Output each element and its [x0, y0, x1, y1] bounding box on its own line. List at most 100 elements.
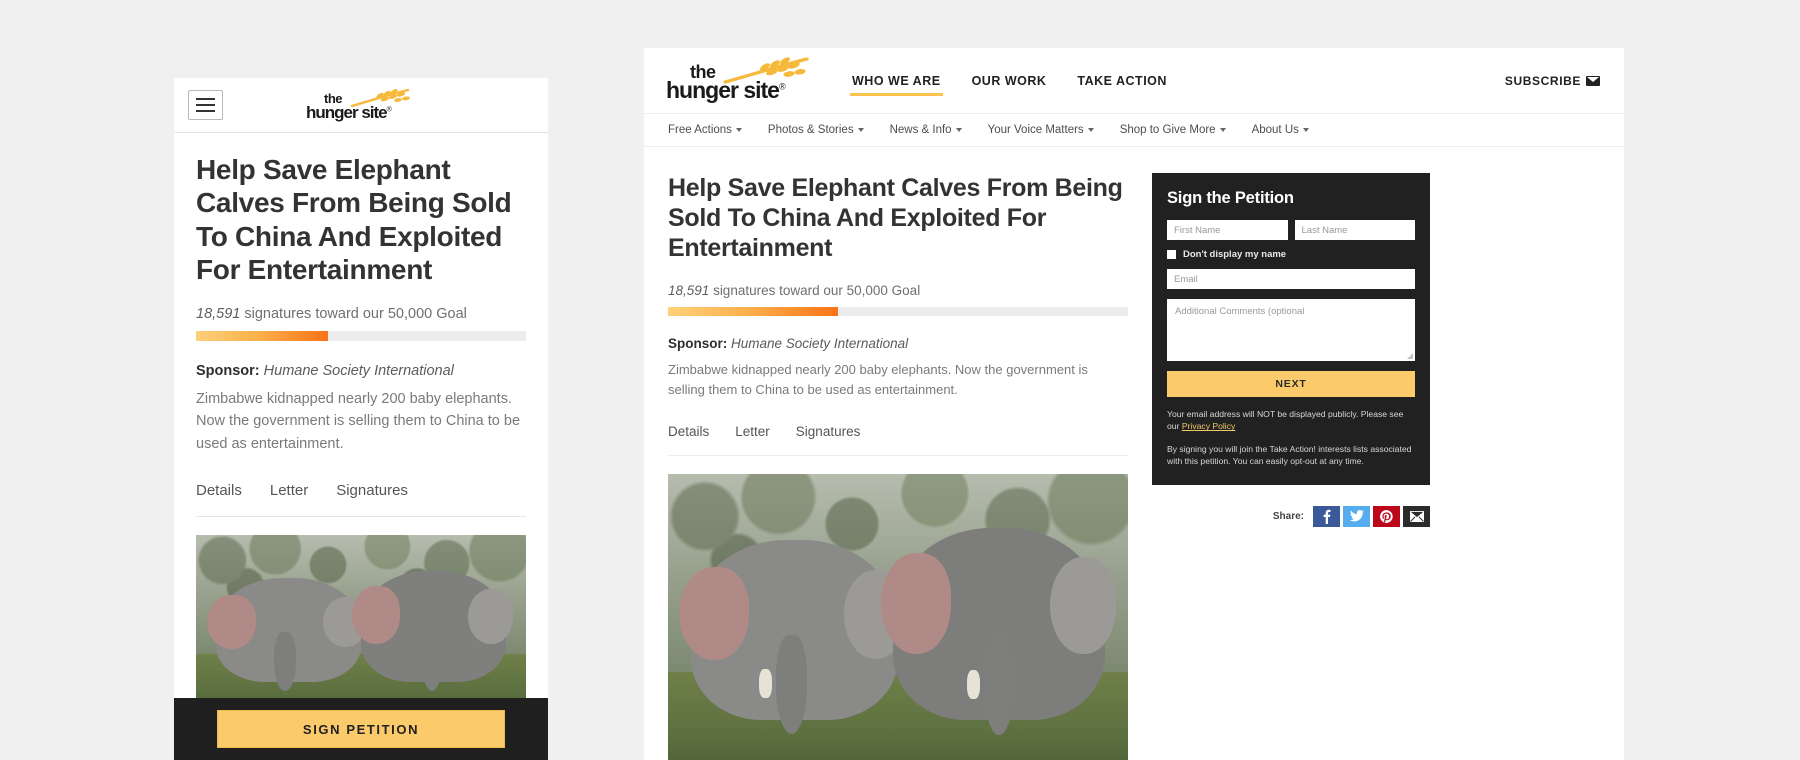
pinterest-icon [1380, 509, 1393, 523]
mobile-content: Help Save Elephant Calves From Being Sol… [174, 133, 548, 715]
twitter-share-button[interactable] [1343, 505, 1370, 527]
chevron-down-icon [735, 128, 742, 132]
desktop-mockup: the hunger site® WHO WE ARE OUR WORK TAK… [644, 48, 1624, 760]
elephant-photo [668, 473, 1128, 760]
photo-elephant-ear [1049, 556, 1116, 655]
mobile-sponsor: Sponsor: Humane Society International [196, 363, 526, 379]
signature-count-line: 18,591 signatures toward our 50,000 Goal [668, 283, 1128, 298]
twitter-icon [1349, 510, 1364, 522]
tab-signatures[interactable]: Signatures [796, 424, 861, 439]
comments-textarea[interactable]: Additional Comments (optional [1167, 299, 1415, 361]
sponsor-label: Sponsor: [668, 336, 728, 351]
mobile-mockup: the hunger site® Help Save Elephant Calv… [174, 78, 548, 760]
page-title: Help Save Elephant Calves From Being Sol… [668, 174, 1123, 262]
tab-letter[interactable]: Letter [735, 424, 770, 439]
tab-bar: Details Letter Signatures [668, 424, 1128, 456]
photo-elephant-left [678, 539, 907, 735]
mobile-sticky-cta-bar: SIGN PETITION [174, 698, 548, 760]
subnav-item-photos-stories[interactable]: Photos & Stories [768, 124, 864, 136]
subscribe-button[interactable]: SUBSCRIBE [1505, 74, 1600, 88]
share-label: Share: [1272, 510, 1304, 522]
logo-text-hunger-site: hunger site® [306, 102, 392, 122]
mobile-signature-count-line: 18,591 signatures toward our 50,000 Goal [196, 306, 526, 322]
photo-elephant-tusk [759, 669, 772, 699]
chevron-down-icon [1219, 128, 1226, 132]
photo-elephant-ear [880, 552, 951, 655]
hamburger-bar [196, 110, 215, 112]
nav-item-take-action[interactable]: TAKE ACTION [1075, 51, 1169, 110]
photo-elephant-ear [352, 586, 401, 645]
mobile-signature-goal-text: signatures toward our 50,000 Goal [244, 306, 467, 323]
desktop-logo[interactable]: the hunger site® [666, 56, 816, 104]
tab-details[interactable]: Details [668, 424, 709, 439]
first-name-input[interactable]: First Name [1167, 220, 1288, 240]
mobile-tab-signatures[interactable]: Signatures [336, 482, 408, 499]
hide-name-checkbox[interactable] [1167, 250, 1176, 259]
mobile-progress-bar [196, 331, 526, 342]
photo-elephant-left [207, 577, 367, 691]
nav-item-who-we-are[interactable]: WHO WE ARE [850, 51, 943, 110]
hamburger-bar [196, 104, 215, 106]
sponsor-name: Humane Society International [731, 336, 909, 351]
next-button[interactable]: NEXT [1167, 371, 1415, 397]
last-name-input[interactable]: Last Name [1294, 220, 1415, 240]
mobile-logo[interactable]: the hunger site® [306, 88, 416, 123]
photo-elephant-ear [678, 566, 749, 661]
mobile-progress-fill [196, 331, 328, 342]
mobile-header: the hunger site® [174, 78, 548, 133]
photo-elephant-ear [468, 588, 514, 645]
mobile-signature-count: 18,591 [196, 306, 241, 323]
hide-name-label: Don't display my name [1183, 249, 1287, 260]
subnav-item-news-info[interactable]: News & Info [890, 124, 962, 136]
legal-paragraph-1: Your email address will NOT be displayed… [1167, 408, 1415, 433]
photo-scene [196, 534, 526, 715]
chevron-down-icon [1302, 128, 1309, 132]
desktop-primary-nav: WHO WE ARE OUR WORK TAKE ACTION [850, 48, 1169, 113]
legal-text: Your email address will NOT be displayed… [1167, 408, 1415, 468]
desktop-secondary-nav: Free Actions Photos & Stories News & Inf… [644, 113, 1624, 147]
subscribe-label: SUBSCRIBE [1504, 73, 1581, 88]
logo-text-hunger-site: hunger site® [666, 76, 786, 103]
facebook-share-button[interactable] [1313, 505, 1340, 527]
mobile-sign-petition-button[interactable]: SIGN PETITION [217, 710, 505, 748]
facebook-icon [1323, 509, 1331, 524]
mobile-description: Zimbabwe kidnapped nearly 200 baby eleph… [196, 391, 521, 452]
photo-elephant-trunk [273, 632, 296, 691]
petition-content-column: Help Save Elephant Calves From Being Sol… [668, 173, 1128, 760]
mobile-tab-details[interactable]: Details [196, 482, 242, 499]
photo-elephant-right [880, 527, 1116, 736]
nav-item-our-work[interactable]: OUR WORK [970, 51, 1049, 110]
subnav-item-shop-to-give-more[interactable]: Shop to Give More [1120, 124, 1226, 136]
photo-elephant-trunk [984, 633, 1014, 736]
photo-scene [668, 473, 1128, 760]
email-share-button[interactable] [1403, 505, 1430, 527]
sponsor: Sponsor: Humane Society International [668, 336, 1128, 351]
hamburger-menu-icon[interactable] [188, 90, 223, 120]
photo-elephant-right [352, 570, 514, 692]
subnav-item-your-voice-matters[interactable]: Your Voice Matters [988, 124, 1094, 136]
mobile-elephant-photo [196, 534, 526, 715]
photo-elephant-trunk [775, 635, 807, 735]
share-row: Share: [1152, 505, 1430, 527]
hide-name-row[interactable]: Don't display my name [1167, 249, 1415, 260]
envelope-icon [1409, 510, 1424, 522]
mobile-sponsor-label: Sponsor: [196, 363, 260, 380]
pinterest-share-button[interactable] [1373, 505, 1400, 527]
signature-count: 18,591 [668, 283, 710, 298]
subnav-item-about-us[interactable]: About Us [1252, 124, 1309, 136]
progress-bar [668, 307, 1128, 316]
privacy-policy-link[interactable]: Privacy Policy [1182, 421, 1235, 431]
subnav-item-free-actions[interactable]: Free Actions [668, 124, 742, 136]
email-input[interactable]: Email [1167, 269, 1415, 289]
petition-description: Zimbabwe kidnapped nearly 200 baby eleph… [668, 362, 1088, 397]
envelope-icon [1586, 75, 1600, 86]
mobile-page-title: Help Save Elephant Calves From Being Sol… [196, 154, 512, 285]
mobile-tab-letter[interactable]: Letter [270, 482, 308, 499]
signature-goal-text: signatures toward our 50,000 Goal [713, 283, 921, 298]
photo-elephant-ear [207, 594, 257, 649]
mobile-tab-bar: Details Letter Signatures [196, 482, 526, 517]
sign-petition-panel: Sign the Petition First Name Last Name D… [1152, 173, 1430, 485]
hamburger-bar [196, 98, 215, 100]
chevron-down-icon [1087, 128, 1094, 132]
petition-sidebar: Sign the Petition First Name Last Name D… [1152, 173, 1430, 760]
